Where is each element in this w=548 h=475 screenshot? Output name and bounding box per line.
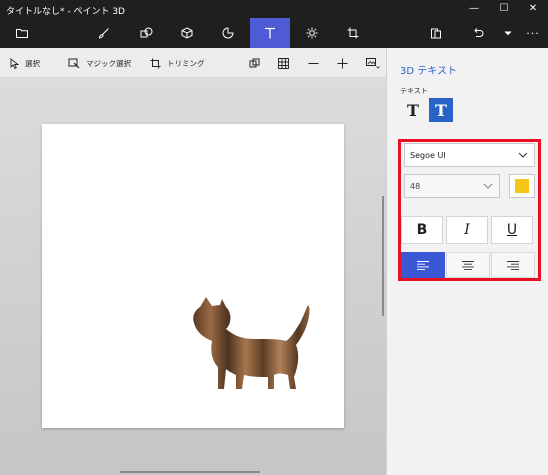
2d-text-icon: T <box>407 100 419 120</box>
paste-icon <box>431 28 441 39</box>
minimize-button[interactable]: — <box>459 0 489 18</box>
text-icon <box>265 27 275 39</box>
text-type-label: テキスト <box>400 87 428 95</box>
brushes-button[interactable] <box>84 18 124 48</box>
text-color-button[interactable] <box>509 174 535 198</box>
magic-select-icon <box>68 58 80 68</box>
vertical-scrollbar[interactable] <box>382 196 384 316</box>
image-view-icon <box>366 57 380 69</box>
text-button[interactable] <box>250 18 290 48</box>
underline-button[interactable]: U <box>491 216 533 244</box>
3d-view-button[interactable] <box>249 48 260 78</box>
2d-shapes-button[interactable] <box>126 18 166 48</box>
align-right-button[interactable] <box>491 252 535 278</box>
more-icon: ··· <box>526 26 540 40</box>
stickers-button[interactable] <box>208 18 248 48</box>
chevron-down-icon <box>504 31 512 36</box>
effects-button[interactable] <box>292 18 332 48</box>
align-center-icon <box>462 260 474 270</box>
font-family-value: Segoe UI <box>410 150 446 160</box>
crop-label: トリミング <box>167 58 205 68</box>
chevron-down-icon <box>483 183 493 189</box>
3d-shapes-button[interactable] <box>167 18 207 48</box>
window-title: タイトルなし* - ペイント 3D <box>6 7 125 17</box>
3d-view-icon <box>249 58 260 67</box>
maximize-button[interactable]: ☐ <box>489 0 519 18</box>
select-label: 選択 <box>25 58 40 68</box>
crop-tool[interactable]: トリミング <box>150 48 205 78</box>
crop-icon <box>150 58 161 68</box>
2d-shapes-icon <box>140 27 152 38</box>
grid-button[interactable] <box>278 48 289 78</box>
font-family-select[interactable]: Segoe UI <box>404 143 535 167</box>
2d-text-button[interactable]: T <box>401 98 425 122</box>
chevron-down-icon <box>518 152 528 158</box>
zoom-out-button[interactable] <box>308 48 319 78</box>
horizontal-scrollbar[interactable] <box>120 471 260 473</box>
align-right-icon <box>507 260 519 270</box>
sticker-icon <box>222 27 234 39</box>
canvas-paper[interactable] <box>42 124 344 428</box>
cursor-icon <box>10 57 19 69</box>
main-toolbar: ··· <box>0 18 548 48</box>
text-side-panel: 3D テキスト テキスト T T Segoe UI 48 B I U <box>386 48 548 475</box>
plus-icon <box>337 58 348 68</box>
align-center-button[interactable] <box>446 252 490 278</box>
bold-button[interactable]: B <box>401 216 443 244</box>
color-swatch <box>515 179 529 193</box>
folder-icon <box>16 29 28 38</box>
3d-text-button[interactable]: T <box>429 98 453 122</box>
undo-button[interactable] <box>458 18 498 48</box>
brush-icon <box>98 28 109 39</box>
cat-3d-model[interactable] <box>182 289 322 419</box>
close-button[interactable]: ✕ <box>518 0 548 18</box>
select-tool[interactable]: 選択 <box>10 48 40 78</box>
command-bar: 選択 マジック選択 トリミング <box>0 48 386 78</box>
canvas-area[interactable] <box>0 78 386 475</box>
align-left-icon <box>417 260 429 270</box>
history-button[interactable] <box>498 18 518 48</box>
panel-title: 3D テキスト <box>400 66 457 77</box>
cube-icon <box>181 27 193 39</box>
sun-icon <box>306 27 318 39</box>
canvas-button[interactable] <box>333 18 373 48</box>
title-bar: タイトルなし* - ペイント 3D — ☐ ✕ <box>0 0 548 18</box>
align-left-button[interactable] <box>401 252 445 278</box>
italic-button[interactable]: I <box>446 216 488 244</box>
grid-icon <box>278 57 289 69</box>
font-size-value: 48 <box>410 181 421 191</box>
menu-button[interactable] <box>2 18 42 48</box>
3d-text-icon: T <box>435 100 447 120</box>
magic-select-tool[interactable]: マジック選択 <box>68 48 131 78</box>
undo-icon <box>474 28 484 37</box>
minus-icon <box>308 62 319 64</box>
canvas-icon <box>347 27 359 39</box>
more-button[interactable]: ··· <box>518 18 548 48</box>
magic-select-label: マジック選択 <box>86 58 131 68</box>
zoom-in-button[interactable] <box>337 48 348 78</box>
font-size-select[interactable]: 48 <box>404 174 500 198</box>
view-options-button[interactable] <box>366 48 380 78</box>
paste-button[interactable] <box>416 18 456 48</box>
